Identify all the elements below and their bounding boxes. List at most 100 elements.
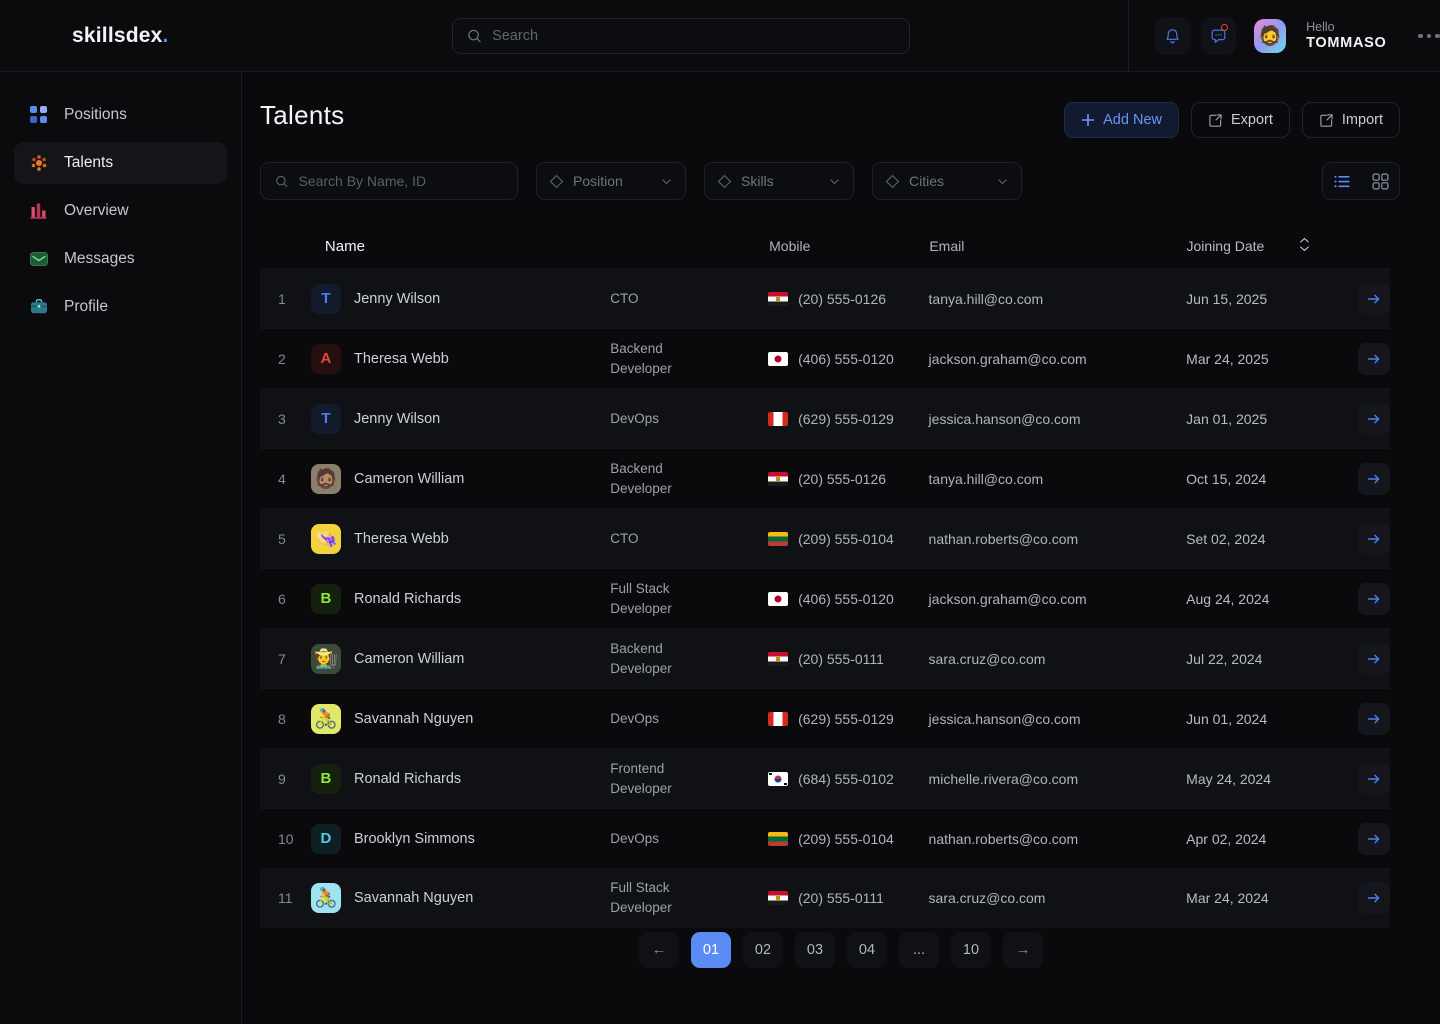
- talent-mobile-cell: (20) 555-0111: [768, 651, 928, 667]
- sidebar-item-messages[interactable]: Messages: [14, 238, 227, 280]
- talent-mobile: (406) 555-0120: [798, 350, 894, 367]
- import-button[interactable]: Import: [1301, 102, 1400, 138]
- arrow-right-icon: [1367, 294, 1380, 303]
- row-detail-button[interactable]: [1358, 282, 1390, 315]
- table-row[interactable]: 8 🚴 Savannah Nguyen DevOps (629) 555-0129 jes…: [260, 688, 1390, 748]
- talent-avatar: T: [310, 283, 341, 314]
- row-detail-button[interactable]: [1358, 882, 1390, 914]
- table-row[interactable]: 4 🧔🏽 Cameron William Backend Developer (20) 5…: [260, 448, 1390, 508]
- talent-search[interactable]: [260, 162, 518, 200]
- row-action-cell: [1338, 342, 1390, 375]
- talent-role: Full Stack Developer: [610, 580, 672, 616]
- grid-view-button[interactable]: [1371, 172, 1389, 190]
- row-name-cell: 👒 Theresa Webb: [310, 523, 610, 554]
- pagination-ellipsis[interactable]: ...: [899, 932, 939, 968]
- talent-name: Cameron William: [353, 650, 465, 667]
- notifications-button[interactable]: [1155, 17, 1191, 55]
- pagination-prev-button[interactable]: ←: [639, 932, 679, 968]
- talent-email: nathan.roberts@co.com: [928, 830, 1079, 847]
- sort-updown-icon[interactable]: [1298, 237, 1311, 255]
- global-search[interactable]: [452, 18, 910, 54]
- avatar[interactable]: 🧔: [1254, 19, 1287, 53]
- row-detail-button[interactable]: [1358, 762, 1390, 795]
- row-detail-button[interactable]: [1358, 582, 1390, 615]
- row-detail-button[interactable]: [1358, 522, 1390, 555]
- export-button[interactable]: Export: [1190, 102, 1290, 138]
- pagination-page-02[interactable]: 02: [743, 932, 783, 968]
- talent-avatar: 🧔🏽: [310, 463, 341, 494]
- user-greeting[interactable]: Hello TOMMASO: [1306, 20, 1386, 51]
- global-search-input[interactable]: [492, 28, 895, 44]
- sidebar-item-overview[interactable]: Overview: [14, 190, 227, 232]
- row-name-cell: B Ronald Richards: [310, 763, 610, 794]
- table-row[interactable]: 7 🧑‍🌾 Cameron William Backend Developer (20) …: [260, 628, 1390, 688]
- more-options-button[interactable]: [1418, 33, 1440, 39]
- row-detail-button[interactable]: [1358, 342, 1390, 375]
- row-index: 4: [278, 470, 286, 487]
- talent-mobile-cell: (684) 555-0102: [768, 771, 928, 787]
- import-icon: [1320, 113, 1333, 127]
- filter-position[interactable]: Position: [536, 162, 686, 200]
- row-name-cell: T Jenny Wilson: [310, 403, 610, 434]
- table-row[interactable]: 5 👒 Theresa Webb CTO (209) 555-0104 nathan.ro…: [260, 508, 1390, 568]
- row-action-cell: [1338, 402, 1390, 435]
- talent-mobile: (406) 555-0120: [798, 590, 894, 607]
- table-body: 1 T Jenny Wilson CTO (20) 555-0126 tanya.hill…: [260, 268, 1390, 928]
- flag-eg-icon: [768, 291, 789, 306]
- talent-role: CTO: [610, 290, 639, 306]
- app-logo[interactable]: skillsdex.: [0, 24, 242, 48]
- talent-email: tanya.hill@co.com: [928, 290, 1044, 307]
- talent-mobile: (209) 555-0104: [798, 830, 894, 847]
- more-dot: [1426, 33, 1432, 39]
- talent-search-input[interactable]: [298, 173, 503, 189]
- page-actions: Add New Export Import: [1064, 102, 1400, 138]
- talent-joining-date: Jan 01, 2025: [1186, 410, 1268, 427]
- talent-joining-date: Oct 15, 2024: [1186, 470, 1267, 487]
- sidebar-item-profile[interactable]: Profile: [14, 286, 227, 328]
- filter-cities[interactable]: Cities: [872, 162, 1022, 200]
- talent-mobile: (20) 555-0126: [798, 290, 887, 307]
- flag-kr-icon: [768, 771, 789, 786]
- table-row[interactable]: 6 B Ronald Richards Full Stack Developer (406…: [260, 568, 1390, 628]
- pagination-page-04[interactable]: 04: [847, 932, 887, 968]
- row-action-cell: [1338, 882, 1390, 914]
- search-icon: [468, 29, 481, 43]
- row-detail-button[interactable]: [1358, 642, 1390, 675]
- messages-button[interactable]: [1200, 17, 1237, 55]
- list-view-icon: [1333, 175, 1350, 187]
- pagination-next-button[interactable]: →: [1003, 932, 1043, 968]
- row-index: 7: [278, 650, 286, 667]
- table-row[interactable]: 11 🚴 Savannah Nguyen Full Stack Developer (20…: [260, 868, 1390, 928]
- row-detail-button[interactable]: [1358, 822, 1390, 855]
- talent-mobile: (20) 555-0126: [798, 470, 887, 487]
- list-view-button[interactable]: [1333, 173, 1351, 190]
- pagination-page-01[interactable]: 01: [691, 932, 731, 968]
- table-row[interactable]: 2 A Theresa Webb Backend Developer (406) 555-…: [260, 328, 1390, 388]
- row-detail-button[interactable]: [1358, 702, 1390, 735]
- username-label: TOMMASO: [1306, 34, 1387, 51]
- filter-skills[interactable]: Skills: [704, 162, 854, 200]
- table-row[interactable]: 3 T Jenny Wilson DevOps (629) 555-0129 jessic…: [260, 388, 1390, 448]
- row-index: 3: [278, 410, 286, 427]
- table-row[interactable]: 9 B Ronald Richards Frontend Developer (684) …: [260, 748, 1390, 808]
- sidebar-item-talents[interactable]: Talents: [14, 142, 227, 184]
- flag-eg-icon: [768, 471, 789, 486]
- search-icon: [276, 175, 288, 187]
- pagination-page-10[interactable]: 10: [951, 932, 991, 968]
- row-name-cell: B Ronald Richards: [310, 583, 610, 614]
- row-index: 9: [278, 770, 286, 787]
- talent-role: Full Stack Developer: [610, 880, 672, 915]
- add-new-button[interactable]: Add New: [1064, 102, 1179, 138]
- row-detail-button[interactable]: [1358, 402, 1390, 435]
- flag-lt-icon: [768, 831, 789, 846]
- talent-avatar: 🧑‍🌾: [310, 643, 341, 674]
- row-detail-button[interactable]: [1358, 462, 1390, 495]
- top-bar: skillsdex. 🧔 Hello TOMMASO: [0, 0, 1440, 72]
- briefcase-icon: [28, 296, 50, 318]
- table-row[interactable]: 10 D Brooklyn Simmons DevOps (209) 555-0104 n…: [260, 808, 1390, 868]
- pagination-page-03[interactable]: 03: [795, 932, 835, 968]
- sidebar: Positions Talents Overview Messages Prof…: [0, 72, 242, 1024]
- table-row[interactable]: 1 T Jenny Wilson CTO (20) 555-0126 tanya.hill…: [260, 268, 1390, 328]
- sidebar-item-positions[interactable]: Positions: [14, 94, 227, 136]
- talent-name: Theresa Webb: [353, 530, 449, 547]
